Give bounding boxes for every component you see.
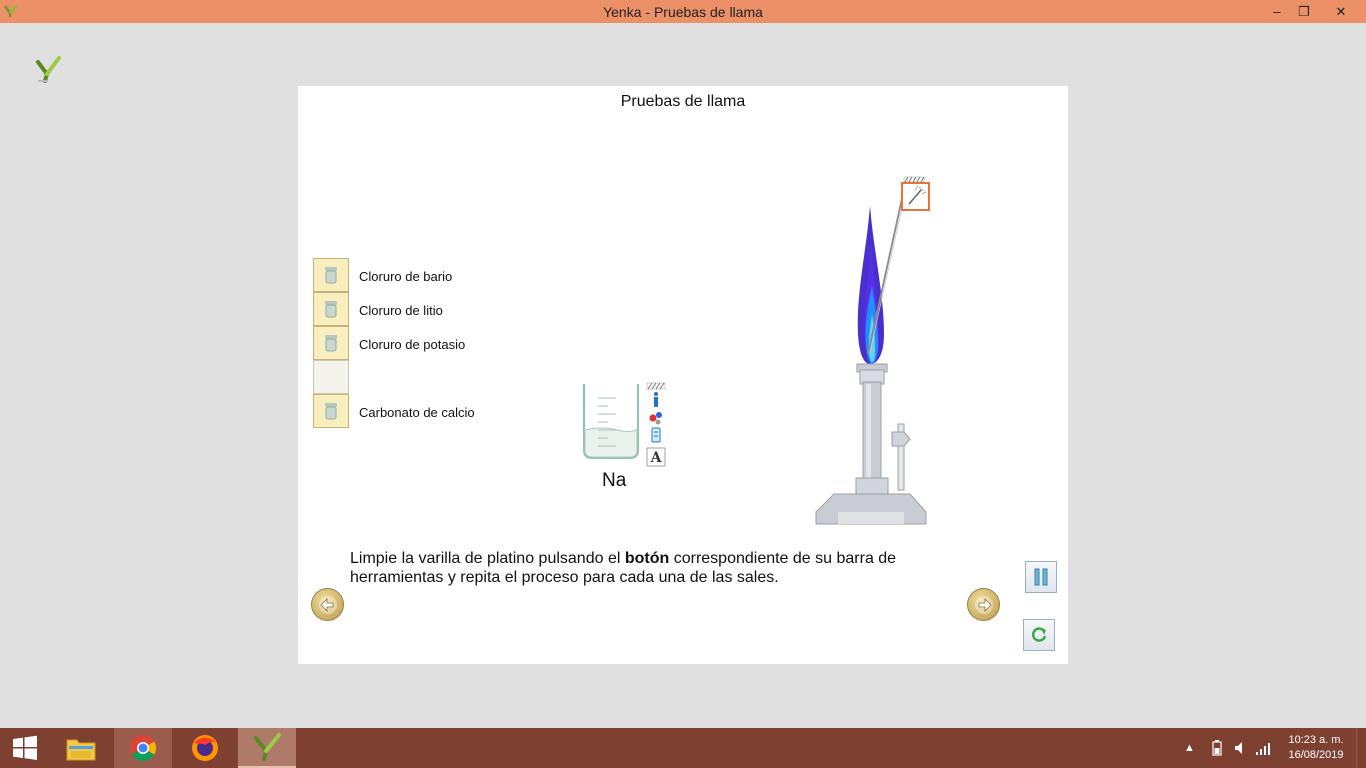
title-bar: Yenka - Pruebas de llama – ❐ ✕ bbox=[0, 0, 1366, 23]
bunsen-burner[interactable] bbox=[808, 174, 948, 529]
tray-overflow-icon[interactable]: ▲ bbox=[1184, 728, 1198, 768]
empty-slot[interactable] bbox=[313, 360, 349, 394]
taskbar-yenka[interactable] bbox=[238, 728, 296, 768]
battery-glyph bbox=[1212, 740, 1222, 756]
next-page-button[interactable] bbox=[967, 588, 1000, 621]
salt-item-calcio[interactable]: Carbonato de calcio bbox=[313, 394, 513, 428]
beaker-label: Na bbox=[602, 470, 627, 491]
pause-button[interactable] bbox=[1025, 561, 1057, 593]
start-button[interactable] bbox=[0, 728, 50, 768]
reset-button[interactable] bbox=[1023, 619, 1055, 651]
system-clock[interactable]: 10:23 a. m. 16/08/2019 bbox=[1282, 733, 1350, 763]
chrome-icon bbox=[130, 735, 157, 762]
page-title: Pruebas de llama bbox=[620, 93, 746, 110]
arrow-left-icon bbox=[318, 595, 337, 614]
salt-jar[interactable] bbox=[313, 326, 349, 360]
speaker-glyph bbox=[1235, 742, 1242, 754]
salt-item-bario[interactable]: Cloruro de bario bbox=[313, 258, 513, 292]
instruction-part1: Limpie la varilla de platino pulsando el bbox=[350, 550, 625, 567]
svg-text:A: A bbox=[650, 450, 663, 466]
taskbar-chrome[interactable] bbox=[114, 728, 172, 768]
minimize-button[interactable]: – bbox=[1262, 0, 1292, 23]
jar-icon bbox=[325, 301, 337, 318]
simulation-panel: Pruebas de llama Cloruro de bario Clorur… bbox=[298, 86, 1068, 664]
info-icon bbox=[654, 392, 658, 407]
hatch-handle-icon bbox=[646, 382, 666, 390]
signal-glyph bbox=[1256, 743, 1270, 755]
salt-label: Cloruro de bario bbox=[359, 269, 453, 284]
salt-label: Cloruro de potasio bbox=[359, 337, 466, 352]
previous-page-button[interactable] bbox=[311, 588, 344, 621]
taskbar-file-explorer[interactable] bbox=[52, 728, 110, 768]
clock-date: 16/08/2019 bbox=[1288, 749, 1344, 761]
pause-icon bbox=[1034, 568, 1048, 586]
salt-jar[interactable] bbox=[313, 394, 349, 428]
instruction-bold: botón bbox=[624, 550, 670, 567]
jar-icon bbox=[325, 335, 337, 352]
windows-icon bbox=[13, 735, 37, 760]
jar-icon bbox=[325, 267, 337, 284]
salt-jar[interactable] bbox=[313, 292, 349, 326]
salt-item-empty[interactable] bbox=[313, 360, 513, 394]
close-button[interactable]: ✕ bbox=[1316, 0, 1366, 23]
jar-icon bbox=[325, 403, 337, 420]
maximize-button[interactable]: ❐ bbox=[1292, 0, 1316, 23]
taskbar: ▲ 10:23 a. m. 16/08/2019 bbox=[0, 728, 1366, 768]
wire-hatch-icon bbox=[903, 176, 925, 183]
window-title: Yenka - Pruebas de llama bbox=[603, 4, 763, 20]
folder-icon bbox=[66, 739, 96, 761]
molecule-icon bbox=[649, 412, 662, 425]
yenka-logo-icon[interactable] bbox=[34, 54, 62, 84]
arrow-right-icon bbox=[974, 595, 993, 614]
battery-icon[interactable] bbox=[1212, 728, 1224, 768]
text-tool-icon: A bbox=[646, 447, 666, 467]
instruction-text: Limpie la varilla de platino pulsando el… bbox=[350, 549, 940, 587]
salt-label: Carbonato de calcio bbox=[359, 405, 475, 420]
salt-label: Cloruro de litio bbox=[359, 303, 443, 318]
salt-jar[interactable] bbox=[313, 258, 349, 292]
salt-item-potasio[interactable]: Cloruro de potasio bbox=[313, 326, 513, 360]
show-desktop-button[interactable] bbox=[1356, 728, 1366, 768]
beaker-toolbar[interactable]: A bbox=[646, 382, 666, 472]
yenka-icon bbox=[254, 733, 281, 761]
salt-item-litio[interactable]: Cloruro de litio bbox=[313, 292, 513, 326]
taskbar-firefox[interactable] bbox=[176, 728, 234, 768]
volume-icon[interactable] bbox=[1234, 728, 1248, 768]
refresh-icon bbox=[1031, 627, 1047, 642]
firefox-icon bbox=[192, 735, 218, 761]
cylinder-icon bbox=[651, 427, 661, 443]
clock-time: 10:23 a. m. bbox=[1288, 734, 1344, 746]
network-icon[interactable] bbox=[1256, 728, 1272, 768]
clean-wire-icon bbox=[901, 182, 930, 211]
